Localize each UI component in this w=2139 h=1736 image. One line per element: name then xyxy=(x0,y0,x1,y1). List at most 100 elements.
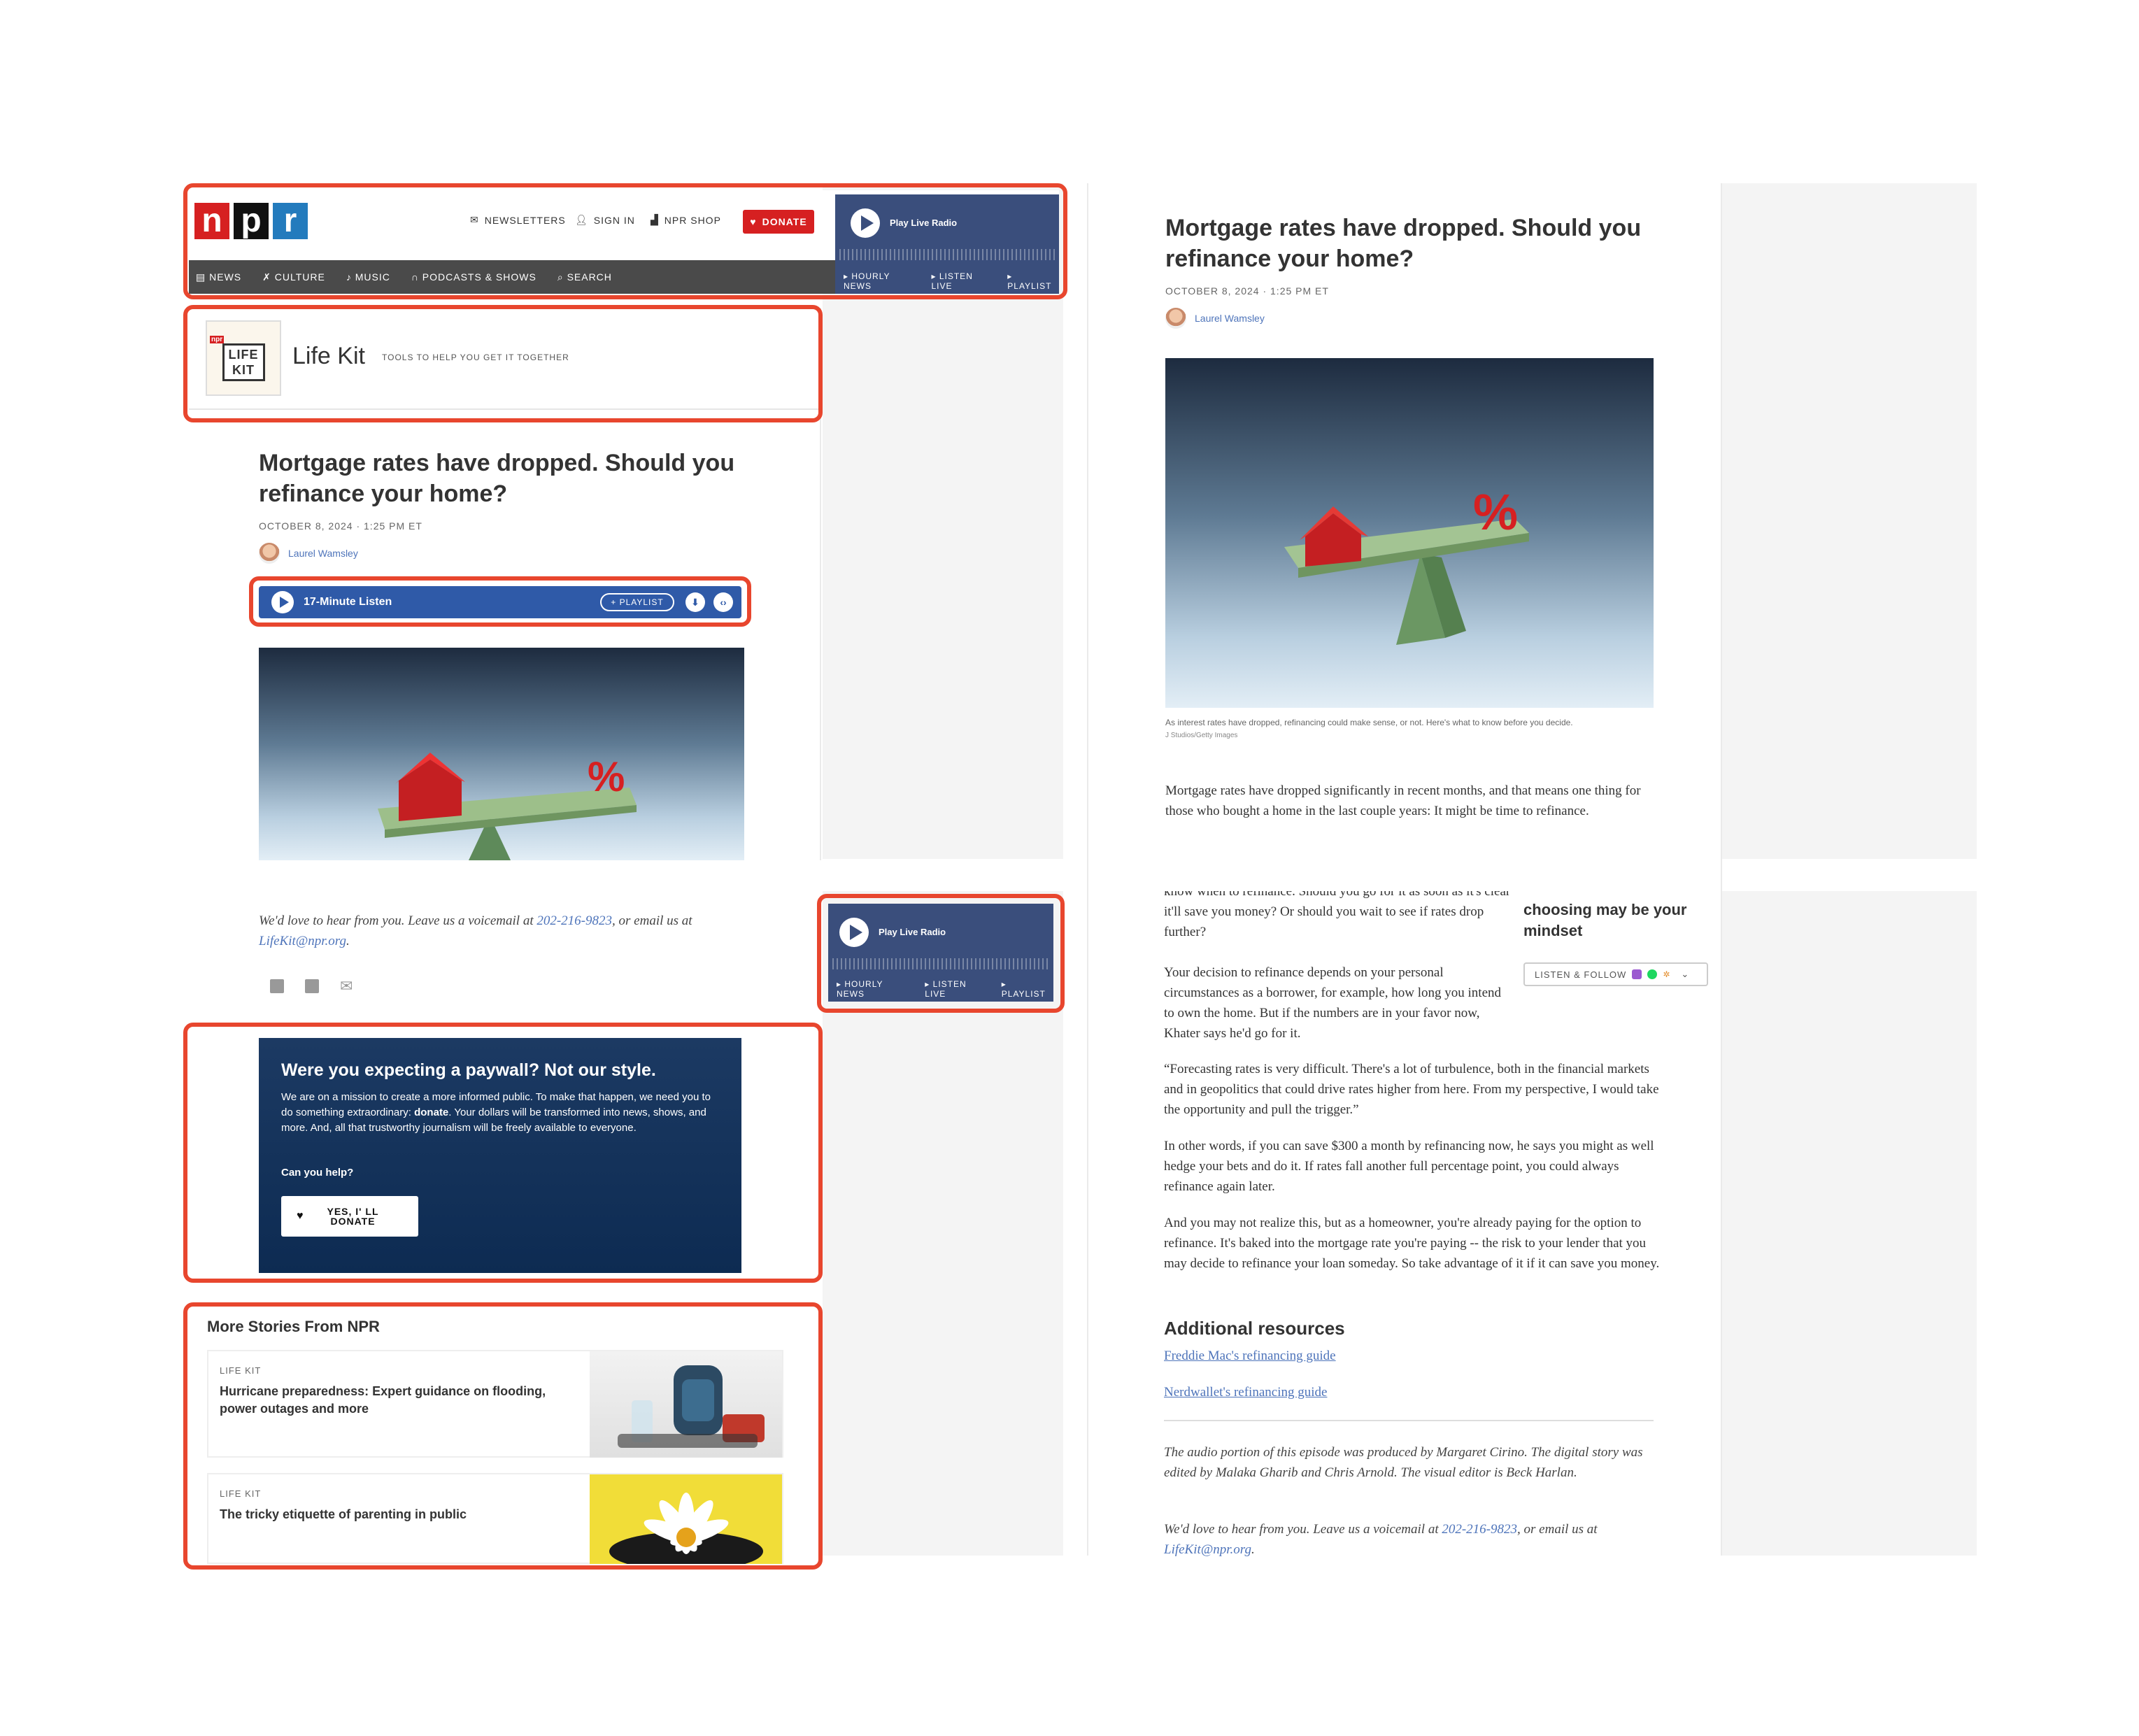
logo-letter-n: n xyxy=(194,203,229,239)
email-link[interactable]: LifeKit@npr.org xyxy=(259,934,346,948)
content-divider xyxy=(1164,1420,1654,1421)
story-thumbnail xyxy=(590,1474,782,1564)
embed-icon: ‹› xyxy=(720,597,727,608)
svg-text:%: % xyxy=(588,753,625,800)
article-title: Mortgage rates have dropped. Should you … xyxy=(1165,215,1642,272)
daisy-image xyxy=(609,1493,764,1564)
paywall-heading: Were you expecting a paywall? Not our st… xyxy=(281,1060,656,1080)
nerdwallet-link[interactable]: Nerdwallet's refinancing guide xyxy=(1164,1385,1327,1400)
logo-letter-r: r xyxy=(273,203,308,239)
right-bottom-gray-rail xyxy=(1722,891,1977,1556)
audio-play-button[interactable] xyxy=(271,591,294,613)
article-image: % xyxy=(259,648,744,860)
paywall-body: We are on a mission to create a more inf… xyxy=(281,1090,722,1136)
add-to-playlist-button[interactable]: + PLAYLIST xyxy=(600,593,674,611)
nav-culture[interactable]: ✗ CULTURE xyxy=(262,271,325,283)
author-link[interactable]: Laurel Wamsley xyxy=(1195,313,1265,324)
play-live-radio-label: Play Live Radio xyxy=(879,927,946,937)
spotify-icon xyxy=(1647,969,1658,979)
divider xyxy=(1087,183,1088,1556)
facebook-icon[interactable] xyxy=(270,979,284,993)
author-avatar xyxy=(1165,308,1186,329)
image-credit: J Studios/Getty Images xyxy=(1165,732,1238,739)
chevron-down-icon: ⌄ xyxy=(1681,969,1690,979)
play-live-radio-button[interactable] xyxy=(839,918,869,947)
phone-link[interactable]: 202-216-9823 xyxy=(536,913,612,928)
divider xyxy=(1721,183,1722,1556)
hourly-news-label: HOURLY NEWS xyxy=(844,271,890,291)
play-live-radio-button[interactable] xyxy=(851,208,880,238)
article-title: Mortgage rates have dropped. Should you … xyxy=(259,450,735,507)
listen-follow-dropdown[interactable]: LISTEN & FOLLOW ✲ ⌄ xyxy=(1523,962,1708,986)
listen-live-link[interactable]: ▸ LISTEN LIVE xyxy=(931,271,996,291)
live-radio-widget: Play Live Radio ▸ HOURLY NEWS ▸ LISTEN L… xyxy=(835,194,1059,294)
article-paragraph: Your decision to refinance depends on yo… xyxy=(1164,965,1502,1041)
podcast-promo-title[interactable]: choosing may be your mindset xyxy=(1523,899,1712,941)
npr-shop-link[interactable]: ▟ NPR SHOP xyxy=(651,214,721,226)
playlist-link[interactable]: ▸ PLAYLIST xyxy=(1007,271,1059,291)
article-date: OCTOBER 8, 2024 · 1:25 PM ET xyxy=(259,520,422,532)
nav-podcasts[interactable]: ∩ PODCASTS & SHOWS xyxy=(411,271,536,283)
hourly-news-label: HOURLY NEWS xyxy=(837,979,883,999)
email-share-icon[interactable]: ✉ xyxy=(340,979,354,994)
byline: Laurel Wamsley xyxy=(259,543,358,564)
cut-paragraph-wrapper: know when to refinance. Should you go fo… xyxy=(1164,891,1514,948)
phone-link[interactable]: 202-216-9823 xyxy=(1442,1522,1517,1537)
npr-logo[interactable]: n p r xyxy=(194,203,308,239)
author-avatar xyxy=(259,543,280,564)
story-thumbnail xyxy=(590,1351,782,1458)
article-paragraph: In other words, if you can save $300 a m… xyxy=(1164,1139,1654,1194)
lifekit-title[interactable]: Life Kit xyxy=(292,343,365,370)
image-caption: As interest rates have dropped, refinanc… xyxy=(1165,718,1573,727)
freddie-mac-link[interactable]: Freddie Mac's refinancing guide xyxy=(1164,1349,1336,1364)
embed-button[interactable]: ‹› xyxy=(713,592,733,612)
hourly-news-link[interactable]: ▸ HOURLY NEWS xyxy=(844,271,920,291)
heart-icon: ♥ xyxy=(297,1210,304,1222)
download-button[interactable]: ⬇ xyxy=(685,592,705,612)
radio-links: ▸ HOURLY NEWS ▸ LISTEN LIVE ▸ PLAYLIST xyxy=(837,979,1053,999)
paywall-body-bold: donate xyxy=(414,1107,449,1118)
seesaw-house-illustration: % xyxy=(1284,485,1529,645)
donate-button-line1: YES, I' LL xyxy=(327,1206,379,1217)
story-title: The tricky etiquette of parenting in pub… xyxy=(220,1507,467,1521)
playlist-link[interactable]: ▸ PLAYLIST xyxy=(1002,979,1053,999)
nav-music[interactable]: ♪ MUSIC xyxy=(346,271,390,283)
npr-badge: npr xyxy=(210,335,225,343)
nav-search[interactable]: ⌕ SEARCH xyxy=(557,271,612,283)
sign-in-link[interactable]: 👤︎ SIGN IN xyxy=(575,214,635,226)
npr-one-icon: ✲ xyxy=(1663,969,1671,979)
play-icon xyxy=(849,925,862,940)
apple-podcasts-icon xyxy=(1632,969,1642,979)
author-link[interactable]: Laurel Wamsley xyxy=(288,548,358,559)
waveform xyxy=(832,958,1049,969)
logo-letter-p: p xyxy=(234,203,269,239)
nav-news-label: NEWS xyxy=(209,271,242,283)
byline: Laurel Wamsley xyxy=(1165,308,1265,329)
logo-line1: LIFE xyxy=(228,347,259,362)
voicemail-note: We'd love to hear from you. Leave us a v… xyxy=(259,911,741,951)
paywall-question: Can you help? xyxy=(281,1167,354,1179)
svg-text:%: % xyxy=(1473,485,1518,541)
hourly-news-link[interactable]: ▸ HOURLY NEWS xyxy=(837,979,914,999)
story-title: Hurricane preparedness: Expert guidance … xyxy=(220,1384,546,1416)
playlist-label: PLAYLIST xyxy=(1007,281,1052,291)
flipboard-icon[interactable] xyxy=(305,979,319,993)
voicemail-note: We'd love to hear from you. Leave us a v… xyxy=(1164,1519,1661,1560)
waveform xyxy=(839,249,1055,260)
listen-follow-label: LISTEN & FOLLOW xyxy=(1535,969,1627,980)
story-card[interactable]: LIFE KIT The tricky etiquette of parenti… xyxy=(207,1473,783,1564)
newsletters-link[interactable]: ✉ NEWSLETTERS xyxy=(470,214,566,226)
email-link[interactable]: LifeKit@npr.org xyxy=(1164,1542,1251,1557)
yes-donate-button[interactable]: ♥ YES, I' LL DONATE xyxy=(281,1196,418,1237)
donate-button-line2: DONATE xyxy=(330,1216,376,1227)
story-kicker: LIFE KIT xyxy=(220,1488,262,1499)
donate-button[interactable]: ♥ DONATE xyxy=(743,210,814,234)
lifekit-logo[interactable]: npr LIFE KIT xyxy=(206,320,281,396)
resources-heading: Additional resources xyxy=(1164,1318,1345,1339)
voicemail-text: . xyxy=(1251,1542,1255,1557)
nav-news[interactable]: ▤ NEWS xyxy=(196,271,241,283)
audio-player: 17-Minute Listen + PLAYLIST ⬇ ‹› xyxy=(259,586,741,618)
listen-live-link[interactable]: ▸ LISTEN LIVE xyxy=(925,979,990,999)
story-card[interactable]: LIFE KIT Hurricane preparedness: Expert … xyxy=(207,1350,783,1458)
lifekit-tagline: TOOLS TO HELP YOU GET IT TOGETHER xyxy=(382,353,569,362)
